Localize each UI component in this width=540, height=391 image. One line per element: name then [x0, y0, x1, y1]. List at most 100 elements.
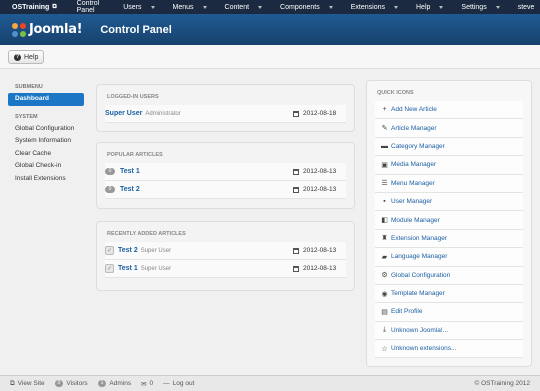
toolbar: ? Help [0, 45, 540, 69]
date-text: 2012-08-13 [303, 265, 337, 272]
chevron-down-icon [439, 5, 444, 9]
quick-icon-label: Global Configuration [391, 271, 451, 279]
site-brand-link[interactable]: OSTraining ⧉ [0, 4, 65, 11]
table-row: 0 Test 2 2012-08-13 [105, 181, 346, 199]
star-icon: ☆ [381, 345, 388, 353]
quick-icon-label: Language Manager [391, 253, 448, 261]
menu-menus[interactable]: Menus [161, 0, 213, 14]
quick-icon-add-new-article[interactable]: + Add New Article [375, 101, 523, 120]
quick-icon-label: Media Manager [391, 161, 437, 169]
chevron-down-icon [328, 5, 333, 9]
visitors-count-badge: 0 [54, 380, 64, 387]
external-link-icon: ⧉ [10, 379, 15, 387]
checkmark-icon: ✓ [105, 264, 114, 273]
sidebar-item-global-configuration[interactable]: Global Configuration [8, 123, 84, 136]
quick-icon-label: Unknown Joomla!... [391, 326, 449, 334]
quick-icon-label: Menu Manager [391, 179, 435, 187]
sidebar-item-global-check-in[interactable]: Global Check-in [8, 160, 84, 173]
menu-label: Extensions [350, 3, 385, 11]
quick-icons-panel: QUICK ICONS + Add New Article ✎ Article Ma… [366, 80, 532, 367]
calendar-icon [293, 168, 299, 175]
download-icon: ⤓ [382, 326, 387, 334]
sidebar-heading-submenu: SUBMENU [15, 84, 43, 90]
panel-title: QUICK ICONS [377, 90, 414, 96]
menu-label: Control Panel [76, 0, 100, 14]
quick-icon-user-manager[interactable]: ▪ User Manager [375, 192, 523, 212]
quick-icon-media-manager[interactable]: ▣ Media Manager [375, 156, 523, 175]
recent-articles-panel: RECENTLY ADDED ARTICLES ✓ Test 2 Super U… [96, 221, 355, 291]
table-row: Super User Administrator 2012-08-18 [105, 105, 346, 123]
help-button[interactable]: ? Help [8, 50, 45, 64]
copyright-text: © OSTraining 2012 [474, 380, 531, 387]
view-site-link[interactable]: ⧉ View Site [10, 380, 45, 388]
table-row: ✓ Test 1 Super User 2012-08-13 [105, 260, 346, 278]
puzzle-icon: ♜ [381, 235, 388, 243]
panel-title: POPULAR ARTICLES [107, 152, 163, 158]
joomla-logo-icon [12, 22, 26, 37]
article-link[interactable]: Test 1 [120, 168, 140, 175]
article-link[interactable]: Test 2 [120, 186, 140, 193]
date-cell: 2012-08-13 [293, 186, 336, 193]
quick-icon-global-configuration[interactable]: ⚙ Global Configuration [375, 266, 523, 285]
logout-link[interactable]: — Log out [163, 380, 194, 387]
quick-icon-unknown-extensions[interactable]: ☆ Unknown extensions... [375, 340, 523, 359]
date-text: 2012-08-13 [303, 168, 337, 175]
sidebar-item-system-information[interactable]: System Information [8, 135, 84, 148]
date-cell: 2012-08-13 [293, 265, 336, 272]
sidebar-item-clear-cache[interactable]: Clear Cache [8, 148, 84, 161]
cube-icon: ◧ [381, 217, 388, 225]
table-row: ✓ Test 2 Super User 2012-08-13 [105, 242, 346, 260]
quick-icon-menu-manager[interactable]: ☰ Menu Manager [375, 174, 523, 193]
menu-label: Content [224, 3, 250, 11]
date-cell: 2012-08-18 [293, 110, 336, 117]
article-link[interactable]: Test 2 [118, 247, 138, 254]
menu-user-account[interactable]: steve [506, 4, 540, 11]
quick-icon-label: Add New Article [391, 106, 437, 114]
quick-icon-category-manager[interactable]: ▬ Category Manager [375, 137, 523, 157]
menu-control-panel[interactable]: Control Panel [65, 0, 112, 14]
logout-label: Log out [172, 380, 195, 387]
folder-icon: ▬ [381, 142, 388, 150]
menu-settings[interactable]: Settings [449, 4, 505, 11]
image-icon: ▣ [381, 161, 388, 169]
quick-icon-extension-manager[interactable]: ♜ Extension Manager [375, 229, 523, 249]
hits-badge: 0 [105, 186, 115, 193]
menu-components[interactable]: Components [268, 0, 339, 14]
status-bar: ⧉ View Site 0 Visitors 1 Admins ✉ 0 — Log out… [0, 375, 540, 391]
quick-icon-label: User Manager [391, 198, 433, 206]
pencil-icon: ✎ [381, 125, 388, 133]
sidebar-item-dashboard[interactable]: Dashboard [8, 93, 84, 106]
logged-in-users-panel: LOGGED-IN USERS Super User Administrator… [96, 84, 355, 132]
calendar-icon [293, 186, 299, 193]
plus-icon: + [382, 106, 387, 114]
chevron-down-icon [202, 5, 207, 9]
menu-extensions[interactable]: Extensions [339, 0, 404, 14]
quick-icon-unknown-joomla[interactable]: ⤓ Unknown Joomla!... [375, 321, 523, 341]
messages-count: 0 [149, 380, 154, 387]
menu-content[interactable]: Content [213, 0, 269, 14]
quick-icon-article-manager[interactable]: ✎ Article Manager [375, 119, 523, 138]
question-icon: ? [14, 53, 21, 61]
quick-icon-module-manager[interactable]: ◧ Module Manager [375, 211, 523, 230]
chevron-down-icon [258, 5, 263, 9]
menu-label: Components [280, 3, 320, 11]
minus-icon: — [163, 380, 170, 387]
eye-icon: ◉ [381, 290, 388, 298]
external-link-icon: ⧉ [52, 3, 57, 10]
article-link[interactable]: Test 1 [118, 265, 138, 272]
menu-users[interactable]: Users [111, 0, 160, 14]
article-author: Super User [140, 265, 172, 272]
popular-articles-panel: POPULAR ARTICLES 0 Test 1 2012-08-13 0 T… [96, 142, 355, 209]
messages-link[interactable]: ✉ 0 [141, 380, 153, 388]
quick-icon-label: Article Manager [391, 124, 437, 132]
sidebar-item-install-extensions[interactable]: Install Extensions [8, 173, 84, 186]
chevron-down-icon [150, 5, 155, 9]
view-site-label: View Site [17, 380, 45, 387]
quick-icon-template-manager[interactable]: ◉ Template Manager [375, 284, 523, 304]
user-link[interactable]: Super User [105, 110, 142, 117]
checkmark-icon: ✓ [105, 246, 114, 255]
quick-icon-language-manager[interactable]: ▰ Language Manager [375, 248, 523, 267]
admins-count-badge: 1 [97, 380, 107, 387]
quick-icon-edit-profile[interactable]: ▤ Edit Profile [375, 303, 523, 322]
menu-help[interactable]: Help [404, 0, 449, 14]
